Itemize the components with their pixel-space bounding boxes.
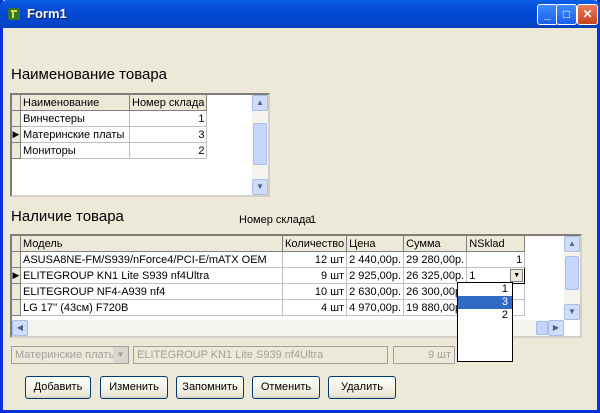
- grid-header-row: Наименование Номер склада: [12, 95, 208, 111]
- column-header-price[interactable]: Цена: [346, 236, 405, 252]
- column-header-sum[interactable]: Сумма: [403, 236, 468, 252]
- add-button[interactable]: Добавить: [25, 376, 91, 399]
- table-row[interactable]: ▶ ELITEGROUP KN1 Lite S939 nf4Ultra 9 шт…: [12, 267, 526, 284]
- scroll-thumb[interactable]: [253, 123, 267, 165]
- dropdown-option-selected[interactable]: 3: [458, 296, 512, 309]
- cell-quantity[interactable]: 12 шт: [282, 251, 348, 268]
- scroll-up-icon[interactable]: ▲: [252, 95, 268, 111]
- cell-model[interactable]: ASUSA8NE-FM/S939/nForce4/PCI-E/mATX OEM: [20, 251, 283, 268]
- cell-quantity[interactable]: 9 шт: [282, 267, 348, 284]
- maximize-icon: □: [562, 7, 571, 21]
- dropdown-option[interactable]: 2: [458, 309, 512, 322]
- products-vertical-scrollbar[interactable]: ▲ ▼: [252, 95, 268, 195]
- cell-warehouse[interactable]: 1: [129, 110, 208, 127]
- table-row[interactable]: LG 17'' (43см) F720B 4 шт 4 970,00р. 19 …: [12, 299, 526, 316]
- scroll-down-icon[interactable]: ▼: [252, 179, 268, 195]
- close-icon: ✕: [582, 7, 593, 21]
- current-row-arrow-icon: ▶: [12, 267, 21, 284]
- row-indicator: [12, 110, 21, 127]
- app-icon: [8, 8, 20, 20]
- cell-model[interactable]: ELITEGROUP NF4-A939 nf4: [20, 283, 283, 300]
- form-client-area: Наименование товара Наименование Номер с…: [3, 28, 597, 410]
- table-row[interactable]: ELITEGROUP NF4-A939 nf4 10 шт 2 630,00р.…: [12, 283, 526, 300]
- cell-model[interactable]: LG 17'' (43см) F720B: [20, 299, 283, 316]
- column-header-model[interactable]: Модель: [20, 236, 283, 252]
- window-title: Form1: [27, 6, 67, 21]
- row-indicator: [12, 95, 21, 111]
- quantity-field-value: 9 шт: [427, 349, 451, 361]
- scroll-down-icon[interactable]: ▼: [564, 304, 580, 320]
- column-header-quantity[interactable]: Количество: [282, 236, 348, 252]
- scroll-right-icon[interactable]: ▶: [548, 320, 564, 336]
- row-indicator: [12, 236, 21, 252]
- maximize-button[interactable]: □: [556, 4, 577, 25]
- cancel-button[interactable]: Отменить: [252, 376, 320, 399]
- cell-nsklad[interactable]: 1: [466, 251, 526, 268]
- column-header-nsklad[interactable]: NSklad: [466, 236, 526, 252]
- column-header-warehouse[interactable]: Номер склада: [129, 95, 208, 111]
- scroll-thumb[interactable]: [565, 256, 579, 290]
- current-row-arrow-icon: ▶: [12, 126, 21, 143]
- warehouse-number-value: 1: [310, 214, 317, 226]
- cell-price[interactable]: 2 925,00р.: [346, 267, 405, 284]
- cell-price[interactable]: 4 970,00р.: [346, 299, 405, 316]
- category-combobox-value: Материнские платы: [15, 349, 117, 361]
- title-bar[interactable]: Form1 _ □ ✕: [0, 0, 600, 28]
- cell-sum[interactable]: 29 280,00р.: [403, 251, 468, 268]
- row-indicator: [12, 142, 21, 159]
- cell-name[interactable]: Винчестеры: [20, 110, 130, 127]
- save-button[interactable]: Запомнить: [176, 376, 244, 399]
- cell-warehouse[interactable]: 3: [129, 126, 208, 143]
- model-field[interactable]: ELITEGROUP KN1 Lite S939 nf4Ultra: [133, 346, 388, 364]
- warehouse-number-label: Номер склада: [239, 214, 312, 226]
- chevron-down-icon[interactable]: ▼: [510, 269, 524, 282]
- cell-name[interactable]: Материнские платы: [20, 126, 130, 143]
- minimize-icon: _: [544, 7, 551, 21]
- nsklad-combobox-value: 1: [469, 269, 476, 282]
- row-indicator: [12, 251, 21, 268]
- stock-vertical-scrollbar[interactable]: ▲ ▼: [564, 236, 580, 320]
- table-row[interactable]: Мониторы 2: [12, 142, 208, 159]
- table-row[interactable]: ▶ Материнские платы 3: [12, 126, 208, 143]
- scroll-left-icon[interactable]: ◀: [12, 320, 28, 336]
- scroll-thumb[interactable]: [536, 321, 548, 335]
- quantity-field[interactable]: 9 шт: [393, 346, 455, 364]
- cell-name[interactable]: Мониторы: [20, 142, 130, 159]
- stock-heading: Наличие товара: [11, 208, 124, 225]
- cell-model[interactable]: ELITEGROUP KN1 Lite S939 nf4Ultra: [20, 267, 283, 284]
- dropdown-option[interactable]: 1: [458, 283, 512, 296]
- products-grid[interactable]: Наименование Номер склада Винчестеры 1 ▶…: [10, 93, 270, 197]
- grid-header-row: Модель Количество Цена Сумма NSklad: [12, 236, 526, 252]
- cell-quantity[interactable]: 4 шт: [282, 299, 348, 316]
- main-window: Form1 _ □ ✕ Наименование товара Наименов…: [0, 0, 600, 413]
- cell-price[interactable]: 2 630,00р.: [346, 283, 405, 300]
- cell-warehouse[interactable]: 2: [129, 142, 208, 159]
- edit-button[interactable]: Изменить: [100, 376, 168, 399]
- minimize-button[interactable]: _: [537, 4, 558, 25]
- row-indicator: [12, 299, 21, 316]
- category-combobox[interactable]: Материнские платы ▼: [11, 346, 129, 364]
- close-button[interactable]: ✕: [577, 4, 598, 25]
- chevron-down-icon[interactable]: ▼: [113, 347, 128, 363]
- nsklad-dropdown-list[interactable]: 1 3 2: [457, 282, 513, 362]
- table-row[interactable]: Винчестеры 1: [12, 110, 208, 127]
- column-header-name[interactable]: Наименование: [20, 95, 130, 111]
- table-row[interactable]: ASUSA8NE-FM/S939/nForce4/PCI-E/mATX OEM …: [12, 251, 526, 268]
- cell-price[interactable]: 2 440,00р.: [346, 251, 405, 268]
- delete-button[interactable]: Удалить: [328, 376, 396, 399]
- cell-quantity[interactable]: 10 шт: [282, 283, 348, 300]
- products-heading: Наименование товара: [11, 66, 168, 83]
- row-indicator: [12, 283, 21, 300]
- scroll-up-icon[interactable]: ▲: [564, 236, 580, 252]
- model-field-value: ELITEGROUP KN1 Lite S939 nf4Ultra: [137, 349, 324, 361]
